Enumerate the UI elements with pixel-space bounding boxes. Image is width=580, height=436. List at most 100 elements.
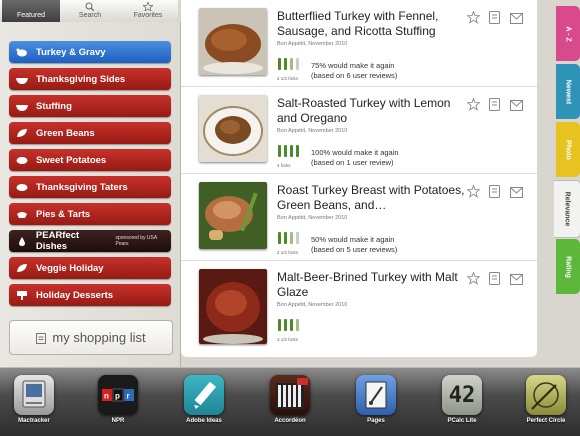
category-green-beans[interactable]: Green Beans [9,122,171,144]
shopping-list-button[interactable]: my shopping list [9,320,173,355]
category-turkey-gravy[interactable]: Turkey & Gravy [9,41,171,63]
recipe-photo [199,95,267,162]
recipe-source: Bon Appétit, November 2010 [277,302,348,308]
add-to-list-icon[interactable] [489,272,500,290]
recipe-source: Bon Appétit, November 2010 [277,128,348,134]
tab-favorites[interactable]: Favorites [119,0,177,22]
npr-icon: npr [98,375,138,415]
pear-icon [15,236,29,246]
dock-app-accordeon[interactable]: Accordéon [266,375,314,424]
make-again-percent: 75% would make it again [311,61,395,70]
category-label: PEARfect Dishes [35,230,80,252]
recipe-list-panel: Butterflied Turkey with Fennel, Sausage,… [181,0,541,367]
sort-tab-a-z[interactable]: A - Z [556,6,580,61]
fork-label: 4 forks [277,163,291,168]
category-sweet-potatoes[interactable]: Sweet Potatoes [9,149,171,171]
sort-tab-label: Photo [564,139,572,160]
sort-tab-rating[interactable]: Rating [556,239,580,294]
rating-text: 50% would make it again (based on 5 user… [311,235,397,255]
svg-text:p: p [115,392,120,401]
category-pies-tarts[interactable]: Pies & Tarts [9,203,171,225]
perfect-circle-icon [526,375,566,415]
fork-icon [278,319,299,331]
recipe-title[interactable]: Malt-Beer-Brined Turkey with Malt Glaze [277,270,473,300]
recipe-row[interactable]: Butterflied Turkey with Fennel, Sausage,… [181,0,537,87]
dock-app-adobe-ideas[interactable]: Adobe Ideas [180,375,228,424]
fork-label: 2 1/2 forks [277,76,299,81]
favorite-star-icon[interactable] [466,10,481,29]
recipe-source: Bon Appétit, November 2010 [277,215,348,221]
tab-search[interactable]: Search [61,0,119,22]
potato-icon [15,155,29,165]
sort-tab-label: Newest [564,79,572,104]
email-icon[interactable] [510,11,523,29]
recipe-row[interactable]: Roast Turkey Breast with Potatoes, Green… [181,174,537,261]
dock-app-mactracker[interactable]: Mactracker [10,375,58,424]
tab-search-label: Search [78,12,102,19]
star-icon [143,2,153,11]
review-count: (based on 6 user reviews) [311,71,398,80]
dock-app-perfect-circle[interactable]: Perfect Circle [522,375,570,424]
sort-tab-photo[interactable]: Photo [556,122,580,177]
fork-icon [278,145,299,157]
category-thanksgiving-taters[interactable]: Thanksgiving Taters [9,176,171,198]
pages-icon [356,375,396,415]
category-label: Stuffing [36,100,72,112]
favorite-star-icon[interactable] [466,97,481,116]
search-icon [85,2,95,11]
sort-tab-newest[interactable]: Newest [556,64,580,119]
recipe-row[interactable]: Malt-Beer-Brined Turkey with Malt Glaze … [181,261,537,357]
make-again-percent: 100% would make it again [311,148,399,157]
category-stuffing[interactable]: Stuffing [9,95,171,117]
dock-app-npr[interactable]: npr NPR [94,375,142,424]
recipe-list: Butterflied Turkey with Fennel, Sausage,… [181,0,537,357]
category-label: Holiday Desserts [36,289,114,301]
sort-tab-label: A - Z [564,25,572,42]
recipe-actions [466,10,527,25]
favorite-star-icon[interactable] [466,184,481,203]
recipe-actions [466,271,527,286]
email-icon[interactable] [510,98,523,116]
fork-label: 2 1/2 forks [277,250,299,255]
recipe-actions [466,97,527,112]
favorite-star-icon[interactable] [466,271,481,290]
recipe-actions [466,184,527,199]
leaf-icon [15,128,29,138]
category-label: Turkey & Gravy [36,46,106,58]
svg-text:n: n [104,392,109,401]
email-icon[interactable] [510,185,523,203]
category-thanksgiving-sides[interactable]: Thanksgiving Sides [9,68,171,90]
recipe-title[interactable]: Salt-Roasted Turkey with Lemon and Orega… [277,96,473,126]
dock-app-pages[interactable]: Pages [352,375,400,424]
category-veggie-holiday[interactable]: Veggie Holiday [9,257,171,279]
top-tab-bar: Featured Search Favorites [0,0,178,23]
adobe-ideas-icon [184,375,224,415]
recipe-row[interactable]: Salt-Roasted Turkey with Lemon and Orega… [181,87,537,174]
turkey-icon [15,47,29,57]
category-holiday-desserts[interactable]: Holiday Desserts [9,284,171,306]
pcalc-icon: 42 [442,375,482,415]
recipe-title[interactable]: Butterflied Turkey with Fennel, Sausage,… [277,9,473,39]
email-icon[interactable] [510,272,523,290]
add-to-list-icon[interactable] [489,185,500,203]
add-to-list-icon[interactable] [489,11,500,29]
sort-tab-relevance[interactable]: Relevance [554,180,580,238]
bowl-icon [15,101,29,111]
category-label: Thanksgiving Taters [36,181,128,193]
clipboard-icon [36,332,47,344]
dock-app-label: PCalc Lite [447,418,477,424]
sort-tab-label: Rating [564,255,572,278]
app-dock: Mactracker npr NPR Adobe Ideas Accordéon… [0,367,580,436]
fork-rating: 2 1/2 forks [277,231,301,255]
add-to-list-icon[interactable] [489,98,500,116]
mactracker-icon [14,375,54,415]
svg-text:r: r [127,392,130,401]
sponsor-text: sponsored by USA Pears [115,235,157,247]
fork-rating: 4 forks [277,144,301,168]
category-pearfect-dishes[interactable]: PEARfect Dishes sponsored by USA Pears [9,230,171,252]
recipe-title[interactable]: Roast Turkey Breast with Potatoes, Green… [277,183,473,213]
dessert-icon [15,290,29,300]
dock-app-pcalc[interactable]: 42 PCalc Lite [438,375,486,424]
fork-icon [278,58,299,70]
tab-featured[interactable]: Featured [2,0,60,22]
